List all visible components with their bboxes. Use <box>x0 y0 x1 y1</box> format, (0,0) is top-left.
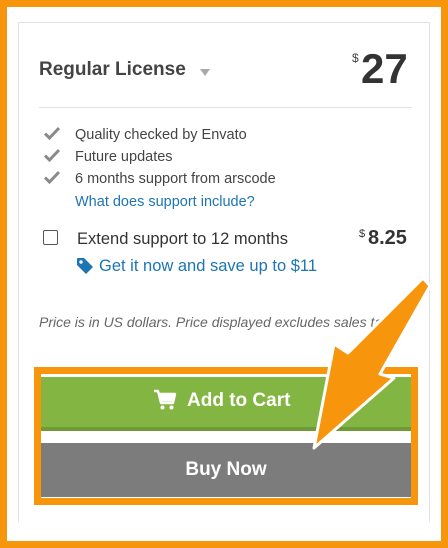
add-to-cart-button[interactable]: Add to Cart <box>41 377 411 431</box>
feature-text: 6 months support from arscode <box>75 171 276 187</box>
divider <box>39 107 412 108</box>
check-icon <box>44 170 60 184</box>
tag-icon <box>77 258 93 274</box>
extend-support-checkbox[interactable] <box>43 230 58 245</box>
save-offer-link[interactable]: Get it now and save up to $11 <box>99 257 317 276</box>
feature-text: Quality checked by Envato <box>75 127 247 143</box>
cart-icon <box>154 389 177 410</box>
price-note: Price is in US dollars. Price displayed … <box>39 314 394 330</box>
check-icon <box>44 148 60 162</box>
extend-price-currency: $ <box>359 228 366 240</box>
caret-down-icon[interactable] <box>200 69 210 76</box>
check-icon <box>44 126 60 140</box>
license-price: 27 <box>361 45 408 92</box>
add-to-cart-label: Add to Cart <box>187 390 291 411</box>
extend-support-label[interactable]: Extend support to 12 months <box>77 230 288 249</box>
buy-now-button[interactable]: Buy Now <box>41 443 411 497</box>
support-info-link[interactable]: What does support include? <box>75 194 255 210</box>
extend-support-price: 8.25 <box>368 227 407 249</box>
button-gap <box>41 431 411 443</box>
feature-text: Future updates <box>75 149 173 165</box>
license-type-dropdown[interactable]: Regular License <box>39 59 186 81</box>
price-currency: $ <box>352 51 359 65</box>
